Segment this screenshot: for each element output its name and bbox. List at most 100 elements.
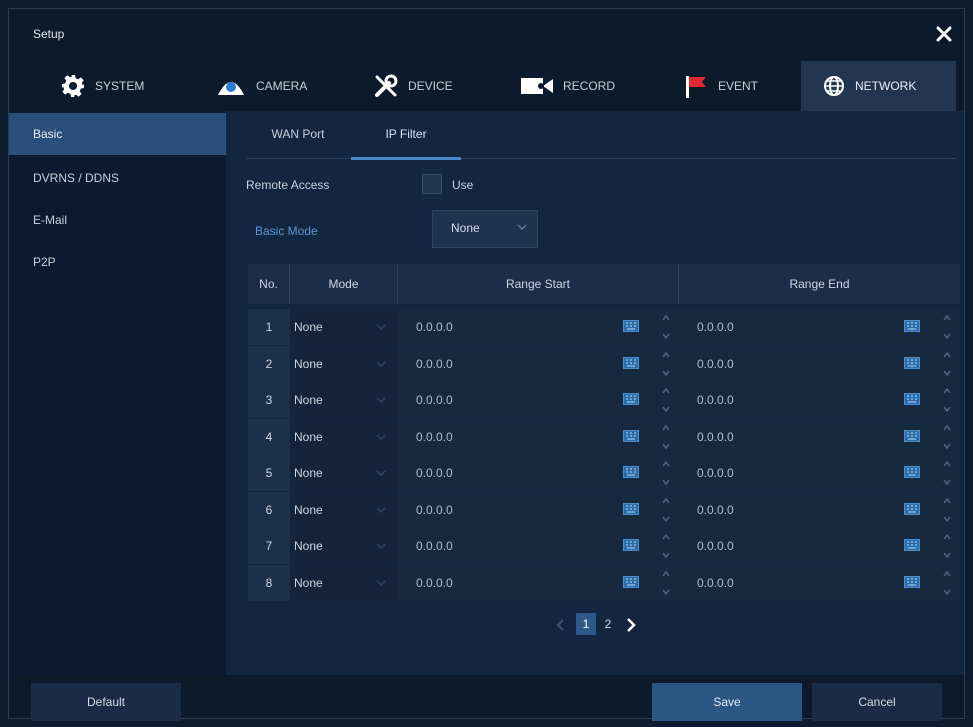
- keyboard-icon[interactable]: [904, 430, 920, 442]
- range-start-field[interactable]: 0.0.0.0: [398, 528, 679, 564]
- keyboard-icon[interactable]: [623, 503, 639, 515]
- keyboard-icon[interactable]: [904, 357, 920, 369]
- mode-value: None: [294, 393, 323, 407]
- range-start-value: 0.0.0.0: [416, 466, 453, 480]
- range-start-field[interactable]: 0.0.0.0: [398, 309, 679, 345]
- tab-wan-port[interactable]: WAN Port: [246, 111, 350, 159]
- content-panel: WAN Port IP Filter Remote Access Use Bas…: [226, 111, 964, 675]
- row-number: 6: [248, 492, 290, 528]
- keyboard-icon[interactable]: [623, 393, 639, 405]
- mode-dropdown[interactable]: None: [290, 346, 398, 382]
- range-start-field[interactable]: 0.0.0.0: [398, 455, 679, 491]
- range-start-value: 0.0.0.0: [416, 393, 453, 407]
- range-start-field[interactable]: 0.0.0.0: [398, 346, 679, 382]
- range-end-field[interactable]: 0.0.0.0: [679, 565, 960, 601]
- tab-network[interactable]: NETWORK: [801, 61, 956, 111]
- spinner-icon[interactable]: [661, 496, 671, 524]
- sidebar-item-dvrns-ddns[interactable]: DVRNS / DDNS: [9, 157, 226, 199]
- range-end-field[interactable]: 0.0.0.0: [679, 346, 960, 382]
- tab-label: SYSTEM: [95, 79, 145, 93]
- keyboard-icon[interactable]: [904, 539, 920, 551]
- keyboard-icon[interactable]: [904, 576, 920, 588]
- keyboard-icon[interactable]: [904, 393, 920, 405]
- window-title: Setup: [33, 27, 65, 41]
- spinner-icon[interactable]: [661, 459, 671, 487]
- sub-tabs: WAN Port IP Filter: [246, 111, 956, 160]
- tab-camera[interactable]: CAMERA: [216, 61, 336, 111]
- spinner-icon[interactable]: [942, 459, 952, 487]
- mode-dropdown[interactable]: None: [290, 382, 398, 418]
- range-start-field[interactable]: 0.0.0.0: [398, 419, 679, 455]
- tab-system[interactable]: SYSTEM: [61, 61, 181, 111]
- mode-dropdown[interactable]: None: [290, 565, 398, 601]
- spinner-icon[interactable]: [942, 496, 952, 524]
- spinner-icon[interactable]: [942, 313, 952, 341]
- mode-dropdown[interactable]: None: [290, 309, 398, 345]
- use-label: Use: [452, 178, 474, 192]
- mode-dropdown[interactable]: None: [290, 492, 398, 528]
- range-end-value: 0.0.0.0: [697, 539, 734, 553]
- close-icon[interactable]: [934, 24, 954, 44]
- spinner-icon[interactable]: [661, 569, 671, 597]
- spinner-icon[interactable]: [661, 423, 671, 451]
- mode-dropdown[interactable]: None: [290, 455, 398, 491]
- keyboard-icon[interactable]: [623, 539, 639, 551]
- spinner-icon[interactable]: [661, 313, 671, 341]
- keyboard-icon[interactable]: [623, 357, 639, 369]
- default-button[interactable]: Default: [31, 683, 181, 721]
- mode-dropdown[interactable]: None: [290, 528, 398, 564]
- sidebar-item-basic[interactable]: Basic: [9, 113, 226, 155]
- spinner-icon[interactable]: [942, 423, 952, 451]
- tab-event[interactable]: EVENT: [684, 61, 804, 111]
- tab-record[interactable]: RECORD: [521, 61, 641, 111]
- range-end-field[interactable]: 0.0.0.0: [679, 528, 960, 564]
- spinner-icon[interactable]: [942, 350, 952, 378]
- table-row: 7 None 0.0.0.0 0.0.0.0: [248, 528, 960, 564]
- keyboard-icon[interactable]: [623, 466, 639, 478]
- spinner-icon[interactable]: [942, 569, 952, 597]
- mode-dropdown[interactable]: None: [290, 419, 398, 455]
- table-row: 4 None 0.0.0.0 0.0.0.0: [248, 419, 960, 455]
- keyboard-icon[interactable]: [904, 503, 920, 515]
- spinner-icon[interactable]: [942, 386, 952, 414]
- page-1-button[interactable]: 1: [576, 613, 596, 635]
- range-end-field[interactable]: 0.0.0.0: [679, 419, 960, 455]
- chevron-left-icon[interactable]: [556, 619, 566, 631]
- range-start-field[interactable]: 0.0.0.0: [398, 382, 679, 418]
- range-start-field[interactable]: 0.0.0.0: [398, 492, 679, 528]
- remote-access-use-checkbox[interactable]: [422, 174, 442, 194]
- chevron-down-icon: [376, 470, 386, 477]
- range-start-value: 0.0.0.0: [416, 357, 453, 371]
- save-button[interactable]: Save: [652, 683, 802, 721]
- keyboard-icon[interactable]: [623, 430, 639, 442]
- mode-value: None: [294, 357, 323, 371]
- basic-mode-dropdown[interactable]: None: [432, 210, 538, 248]
- keyboard-icon[interactable]: [904, 320, 920, 332]
- tab-device[interactable]: DEVICE: [374, 61, 494, 111]
- spinner-icon[interactable]: [661, 532, 671, 560]
- tab-label: RECORD: [563, 79, 616, 93]
- tab-ip-filter[interactable]: IP Filter: [351, 111, 461, 160]
- keyboard-icon[interactable]: [623, 576, 639, 588]
- cancel-button[interactable]: Cancel: [812, 683, 942, 721]
- spinner-icon[interactable]: [942, 532, 952, 560]
- keyboard-icon[interactable]: [904, 466, 920, 478]
- range-end-field[interactable]: 0.0.0.0: [679, 309, 960, 345]
- sidebar-item-email[interactable]: E-Mail: [9, 199, 226, 241]
- keyboard-icon[interactable]: [623, 320, 639, 332]
- tab-label: EVENT: [718, 79, 759, 93]
- column-header-no: No.: [248, 264, 290, 304]
- range-start-value: 0.0.0.0: [416, 320, 453, 334]
- range-end-field[interactable]: 0.0.0.0: [679, 455, 960, 491]
- range-start-field[interactable]: 0.0.0.0: [398, 565, 679, 601]
- spinner-icon[interactable]: [661, 386, 671, 414]
- row-number: 8: [248, 565, 290, 601]
- main-tabs: SYSTEM CAMERA DEVICE RECORD EVENT NETWOR…: [9, 61, 964, 111]
- range-end-field[interactable]: 0.0.0.0: [679, 382, 960, 418]
- range-end-field[interactable]: 0.0.0.0: [679, 492, 960, 528]
- page-2-button[interactable]: 2: [598, 613, 618, 635]
- sidebar-item-p2p[interactable]: P2P: [9, 241, 226, 283]
- gear-icon: [62, 75, 84, 97]
- chevron-right-icon[interactable]: [626, 618, 636, 632]
- spinner-icon[interactable]: [661, 350, 671, 378]
